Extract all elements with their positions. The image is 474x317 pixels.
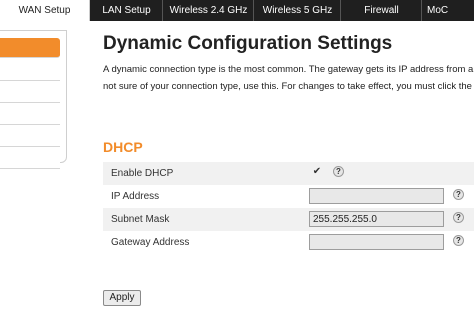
gateway-address-row: Gateway Address ?: [103, 231, 474, 254]
top-tab-bar: WAN Setup LAN Setup Wireless 2.4 GHz Wir…: [0, 0, 474, 21]
subnet-mask-row: Subnet Mask ?: [103, 208, 474, 231]
page-title: Dynamic Configuration Settings: [103, 33, 393, 54]
subnet-mask-field[interactable]: [309, 211, 444, 227]
sidebar-item[interactable]: [0, 105, 60, 125]
subnet-mask-label: Subnet Mask: [111, 214, 170, 225]
tab-firewall[interactable]: Firewall: [342, 0, 422, 21]
sidebar-item[interactable]: [0, 61, 60, 81]
enable-dhcp-checkbox[interactable]: ✔: [312, 167, 322, 177]
help-icon[interactable]: ?: [453, 212, 464, 223]
help-icon[interactable]: ?: [453, 189, 464, 200]
ip-address-label: IP Address: [111, 191, 160, 202]
gateway-address-field[interactable]: [309, 234, 444, 250]
apply-button[interactable]: Apply: [103, 290, 141, 306]
description-line-2: not sure of your connection type, use th…: [103, 81, 474, 92]
sidebar-item[interactable]: [0, 149, 60, 169]
sidebar-item-active[interactable]: [0, 38, 60, 58]
sidebar-item[interactable]: [0, 83, 60, 103]
dhcp-section-title: DHCP: [103, 139, 143, 155]
help-icon[interactable]: ?: [333, 166, 344, 177]
ip-address-row: IP Address ?: [103, 185, 474, 208]
ip-address-field[interactable]: [309, 188, 444, 204]
help-icon[interactable]: ?: [453, 235, 464, 246]
sidebar-item[interactable]: [0, 127, 60, 147]
router-config-page: WAN Setup LAN Setup Wireless 2.4 GHz Wir…: [0, 0, 474, 317]
enable-dhcp-row: Enable DHCP ✔ ?: [103, 162, 474, 185]
tab-lan-setup[interactable]: LAN Setup: [91, 0, 163, 21]
sidebar: [0, 30, 67, 169]
description-line-1: A dynamic connection type is the most co…: [103, 64, 474, 75]
tab-wireless-2-4ghz[interactable]: Wireless 2.4 GHz: [164, 0, 254, 21]
tab-wireless-5ghz[interactable]: Wireless 5 GHz: [255, 0, 341, 21]
enable-dhcp-label: Enable DHCP: [111, 168, 174, 179]
tab-moca[interactable]: MoC: [423, 0, 474, 21]
gateway-address-label: Gateway Address: [111, 237, 190, 248]
tab-wan-setup[interactable]: WAN Setup: [0, 0, 90, 21]
